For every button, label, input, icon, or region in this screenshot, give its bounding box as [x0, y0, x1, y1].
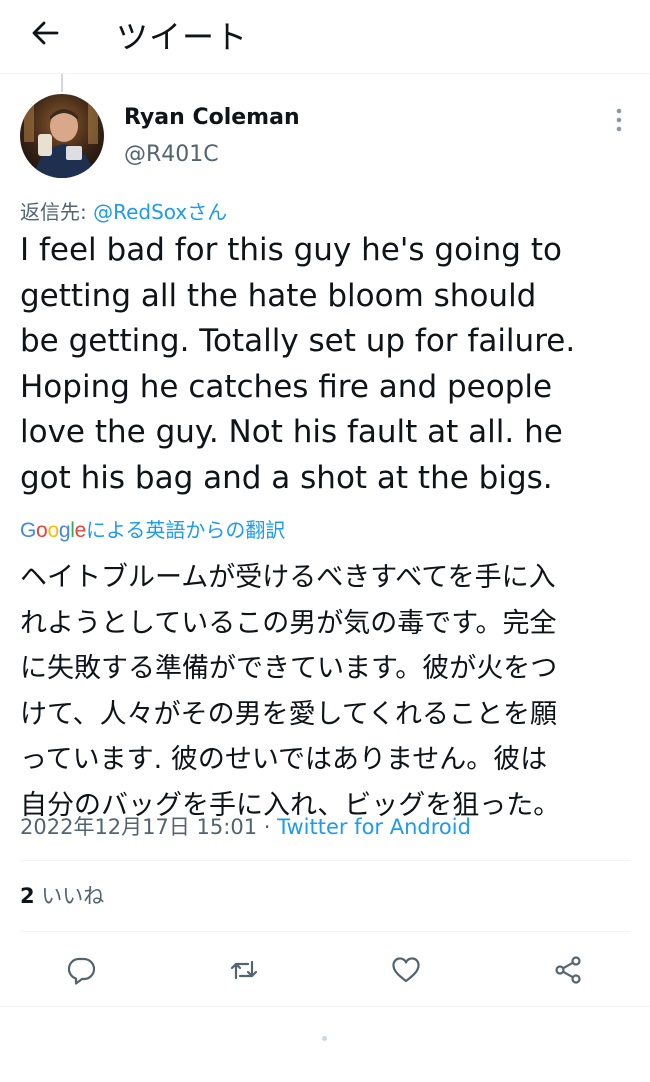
- arrow-left-icon[interactable]: [28, 16, 62, 50]
- tweet-source-link[interactable]: Twitter for Android: [277, 815, 471, 839]
- share-button[interactable]: [548, 950, 588, 990]
- retweet-button[interactable]: [224, 950, 264, 990]
- google-logo: Google: [20, 519, 86, 542]
- tweet-text-line: love the guy. Not his fault at all. he: [20, 414, 563, 451]
- page-title: ツイート: [116, 18, 249, 56]
- header-divider: [0, 73, 650, 74]
- thread-connector-line: [61, 74, 63, 92]
- reply-to-mention-link[interactable]: @RedSoxさん: [93, 200, 227, 224]
- divider: [0, 1006, 650, 1007]
- reply-to-line: 返信先: @RedSoxさん: [20, 196, 227, 225]
- share-icon: [555, 956, 581, 984]
- like-button[interactable]: [386, 950, 426, 990]
- tweet-text-line: Hoping he catches fire and people: [20, 368, 553, 405]
- tweet-text-line: be getting. Totally set up for failure.: [20, 323, 576, 360]
- heart-icon: [392, 957, 420, 983]
- tweet-meta: 2022年12月17日 15:01 · Twitter for Android: [20, 811, 471, 841]
- reply-button[interactable]: [61, 950, 101, 990]
- reply-icon: [67, 957, 96, 985]
- tweet-timestamp[interactable]: 2022年12月17日 15:01: [20, 815, 257, 839]
- translated-text-line: に失敗する準備ができています。彼が火をつ: [20, 653, 558, 685]
- translation-attribution[interactable]: Googleによる英語からの翻訳: [20, 514, 285, 544]
- likes-summary[interactable]: 2 いいね: [20, 880, 104, 910]
- divider: [20, 931, 630, 932]
- tweet-text: I feel bad for this guy he's going to ge…: [20, 228, 635, 502]
- tweet-text-line: I feel bad for this guy he's going to: [20, 232, 562, 268]
- retweet-icon: [230, 960, 258, 980]
- translated-text-line: けて、人々がその男を愛してくれることを願: [20, 698, 558, 730]
- loading-indicator: [322, 1036, 327, 1041]
- tweet-text-line: getting all the hate bloom should: [20, 277, 537, 314]
- translated-text-line: ヘイトブルームが受けるべきすべてを手に入: [20, 562, 556, 593]
- top-bar: ツイート: [0, 0, 650, 66]
- more-vertical-icon[interactable]: [610, 106, 628, 134]
- divider: [20, 860, 630, 861]
- reply-to-prefix: 返信先:: [20, 200, 94, 224]
- meta-separator: ·: [257, 815, 278, 839]
- author-display-name[interactable]: Ryan Coleman: [124, 105, 300, 130]
- translated-text: ヘイトブルームが受けるべきすべてを手に入 れようとしているこの男が気の毒です。完…: [20, 555, 635, 829]
- likes-label: いいね: [34, 884, 105, 908]
- avatar[interactable]: [20, 94, 104, 178]
- tweet-text-line: got his bag and a shot at the bigs.: [20, 459, 553, 496]
- translated-text-line: れようとしているこの男が気の毒です。完全: [20, 607, 557, 639]
- translation-label[interactable]: による英語からの翻訳: [86, 518, 285, 542]
- likes-count: 2: [20, 884, 35, 908]
- translated-text-line: っています. 彼のせいではありません。彼は: [20, 744, 548, 776]
- author-handle[interactable]: @R401C: [124, 142, 219, 167]
